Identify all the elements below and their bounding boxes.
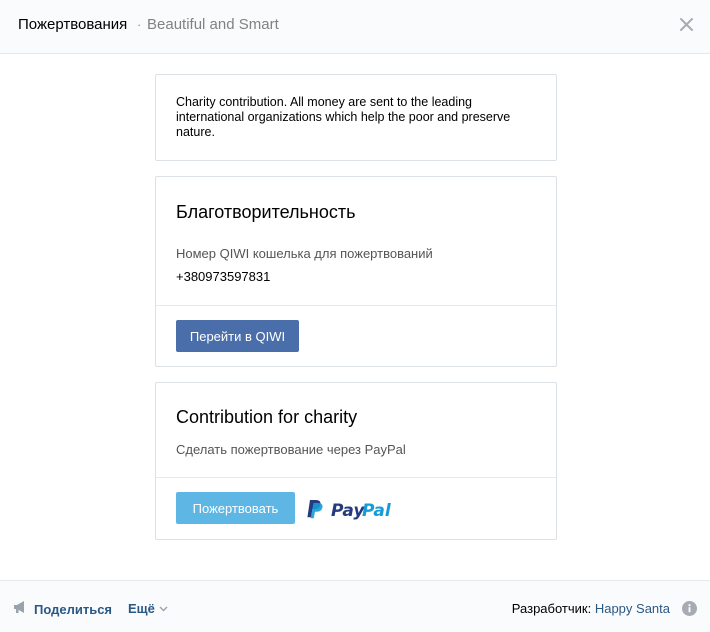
close-icon[interactable] xyxy=(677,15,697,35)
info-icon[interactable] xyxy=(682,601,697,616)
megaphone-icon xyxy=(13,600,28,619)
developer-info: Разработчик: Happy Santa xyxy=(512,601,670,616)
app-window: Пожертвования · Beautiful and Smart Char… xyxy=(0,0,710,632)
share-button[interactable]: Поделиться xyxy=(13,600,112,619)
window-subtitle: Beautiful and Smart xyxy=(147,16,279,33)
title-separator: · xyxy=(137,17,142,32)
go-to-qiwi-button[interactable]: Перейти в QIWI xyxy=(176,320,299,352)
qiwi-card: Благотворительность Номер QIWI кошелька … xyxy=(155,176,557,367)
more-label: Ещё xyxy=(128,601,155,616)
content-area: Charity contribution. All money are sent… xyxy=(0,55,710,580)
qiwi-description: Номер QIWI кошелька для пожертвований xyxy=(176,246,433,261)
chevron-down-icon xyxy=(159,606,168,612)
donate-button[interactable]: Пожертвовать xyxy=(176,492,295,524)
paypal-card-title: Contribution for charity xyxy=(176,407,358,427)
developer-label: Разработчик: xyxy=(511,601,592,616)
paypal-description: Сделать пожертвование через PayPal xyxy=(176,442,406,457)
qiwi-card-title: Благотворительность xyxy=(176,202,356,222)
window-title: Пожертвования xyxy=(18,16,128,33)
qiwi-wallet-number: +380973597831 xyxy=(176,269,271,284)
more-dropdown[interactable]: Ещё xyxy=(128,601,168,616)
info-card: Charity contribution. All money are sent… xyxy=(155,74,557,161)
card-divider xyxy=(156,305,556,306)
svg-text:Pal: Pal xyxy=(362,501,392,520)
developer-link[interactable]: Happy Santa xyxy=(595,601,670,616)
paypal-card: Contribution for charity Сделать пожертв… xyxy=(155,382,557,540)
svg-text:Pay: Pay xyxy=(331,501,365,520)
paypal-logo: Pay Pal xyxy=(307,498,397,521)
window-header: Пожертвования · Beautiful and Smart xyxy=(0,0,710,54)
share-label: Поделиться xyxy=(34,602,113,617)
app-footer: Поделиться Ещё Разработчик: Happy Santa xyxy=(0,580,710,632)
card-divider xyxy=(156,477,556,478)
info-text: Charity contribution. All money are sent… xyxy=(176,95,511,139)
